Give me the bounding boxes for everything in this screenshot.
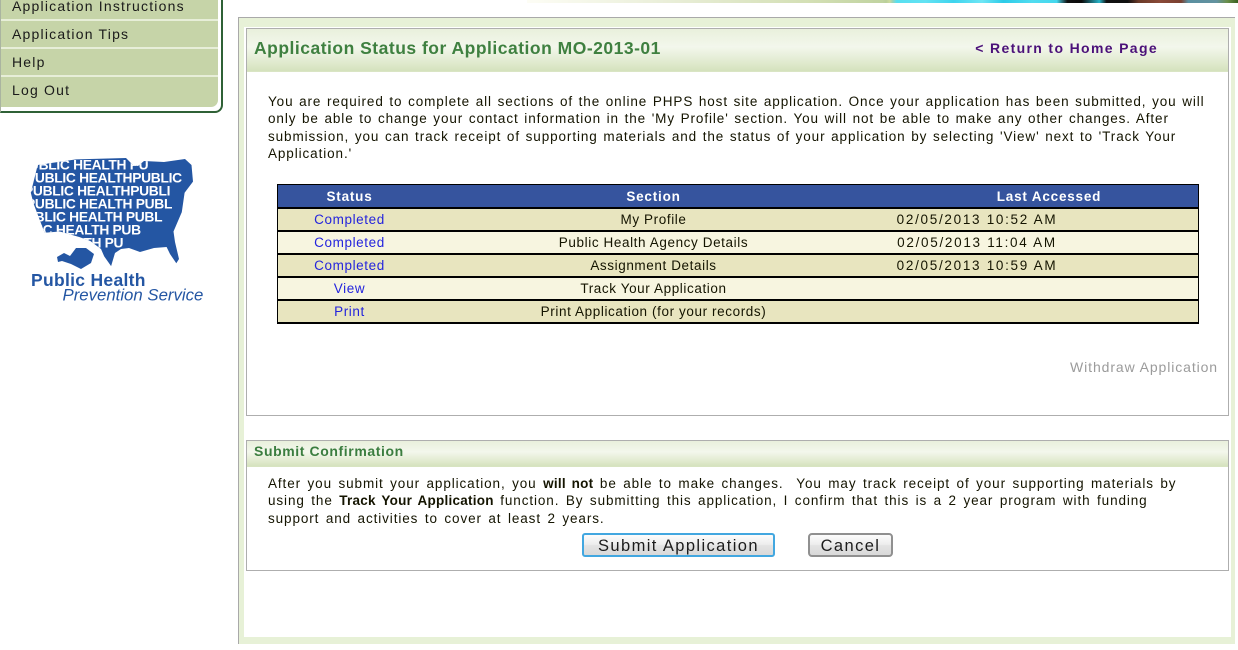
svg-text:Prevention Service: Prevention Service bbox=[63, 286, 204, 305]
